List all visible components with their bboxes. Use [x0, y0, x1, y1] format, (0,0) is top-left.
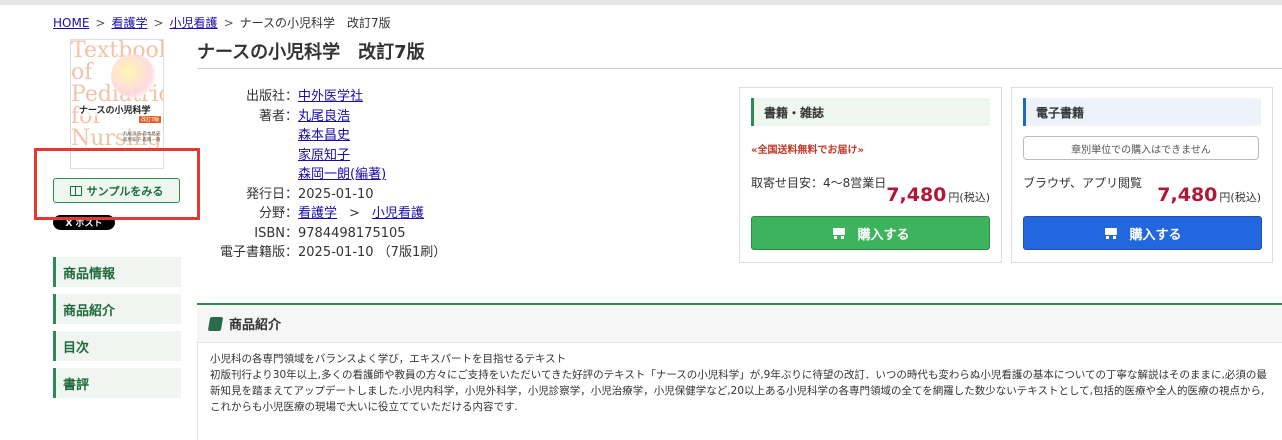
product-intro-body: 小児科の各専門領域をバランスよく学び，エキスパートを目指せるテキスト 初版刊行よ… [197, 343, 1282, 440]
chapter-purchase-notice: 章別単位での購入はできません [1023, 136, 1259, 160]
product-intro-heading: 商品紹介 [197, 303, 1282, 343]
ebook-purchase-box: 電子書籍 章別単位での購入はできません ブラウザ、アプリ閲覧 7,480 円(税込… [1011, 87, 1273, 263]
sidenav-item-toc[interactable]: 目次 [53, 331, 181, 361]
top-divider [0, 0, 1282, 5]
field-label: 分野： [258, 206, 298, 221]
intro-tagline: 小児科の各専門領域をバランスよく学び，エキスパートを目指せるテキスト [210, 353, 567, 365]
sidenav-item-reviews[interactable]: 書評 [53, 368, 181, 398]
free-shipping-notice: «全国送料無料でお届け» [751, 145, 864, 156]
ebook-buy-button[interactable]: 購入する [1023, 216, 1262, 250]
authors-label: 著者： [258, 108, 298, 124]
print-box-heading: 書籍・雑誌 [751, 98, 990, 126]
cart-icon [831, 227, 847, 239]
breadcrumb-home-link[interactable]: HOME [53, 16, 89, 30]
cover-authors: 丸尾良浩 森本昌史 家原知子 森岡一朗 [123, 132, 161, 143]
breadcrumb: HOME > 看護学 > 小児看護 > ナースの小児科学 改訂7版 [53, 16, 391, 30]
cart-icon [1103, 227, 1119, 239]
breadcrumb-current: ナースの小児科学 改訂7版 [239, 16, 391, 30]
cover-decoration [111, 54, 155, 98]
cover-title: ナースの小児科学 [79, 103, 151, 116]
print-purchase-box: 書籍・雑誌 «全国送料無料でお届け» 取寄せ目安：4～8営業日 7,480 円(税… [739, 87, 1002, 263]
print-buy-button[interactable]: 購入する [751, 216, 990, 250]
ebook-date: 2025-01-10 （7版1刷） [298, 245, 447, 260]
ebook-label: 電子書籍版： [219, 245, 298, 260]
print-price: 7,480 円(税込) [886, 184, 990, 206]
publisher-label: 出版社： [245, 89, 298, 104]
isbn-value: 9784498175105 [298, 225, 406, 241]
publisher-link[interactable]: 中外医学社 [298, 89, 363, 104]
delivery-estimate: 取寄せ目安：4～8営業日 [751, 176, 887, 190]
date-label: 発行日： [245, 186, 298, 202]
ebook-format: ブラウザ、アプリ閲覧 [1023, 176, 1143, 190]
author-link[interactable]: 丸尾良浩 [298, 109, 350, 124]
highlight-annotation-box [34, 148, 200, 220]
author-link[interactable]: 森岡一朗(編著) [298, 167, 386, 182]
sidenav-item-product-intro[interactable]: 商品紹介 [53, 294, 181, 324]
side-navigation: 商品情報 商品紹介 目次 書評 [53, 257, 181, 405]
product-metadata: 出版社： 中外医学社 著者： 丸尾良浩 森本昌史 家原知子 森岡一朗(編著) 発行日… [200, 87, 446, 263]
cover-edition: 改訂7版 [139, 116, 162, 123]
book-icon [207, 316, 224, 331]
sidenav-item-product-info[interactable]: 商品情報 [53, 257, 181, 287]
breadcrumb-nursing-link[interactable]: 看護学 [111, 16, 147, 30]
author-link[interactable]: 家原知子 [298, 148, 350, 163]
ebook-box-heading: 電子書籍 [1023, 98, 1261, 126]
isbn-label: ISBN： [254, 225, 298, 241]
intro-description: 初版刊行より30年以上,多くの看護師や教員の方々にご支持をいただいてきた好評のテ… [210, 369, 1267, 413]
field-nursing-link[interactable]: 看護学 [298, 206, 337, 221]
ebook-price: 7,480 円(税込) [1157, 184, 1261, 206]
field-pediatric-link[interactable]: 小児看護 [372, 206, 424, 221]
publish-date: 2025-01-10 [298, 186, 374, 202]
author-link[interactable]: 森本昌史 [298, 128, 350, 143]
breadcrumb-pediatric-nursing-link[interactable]: 小児看護 [170, 16, 218, 30]
page-title: ナースの小児科学 改訂7版 [197, 38, 1282, 69]
